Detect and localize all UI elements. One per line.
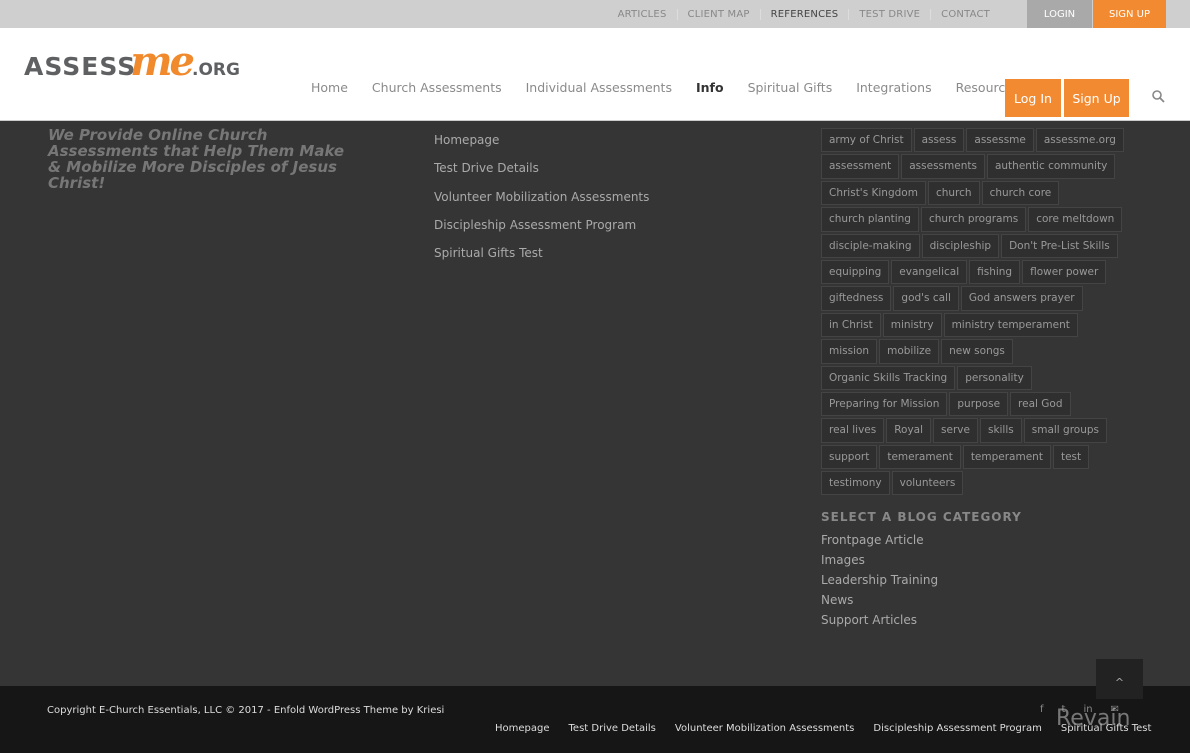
tag-link[interactable]: fishing [969, 259, 1021, 285]
tag-link[interactable]: giftedness [821, 286, 892, 311]
top-links: ARTICLES CLIENT MAP REFERENCES TEST DRIV… [608, 0, 1000, 28]
top-link-articles[interactable]: ARTICLES [608, 9, 677, 20]
tag-link[interactable]: Don't Pre-List Skills [1001, 233, 1118, 258]
scroll-to-top-button[interactable]: ^ [1096, 659, 1143, 699]
top-login-button[interactable]: LOGIN [1027, 0, 1092, 28]
logo-me: me [130, 38, 195, 85]
tag-link[interactable]: Preparing for Mission [821, 391, 948, 417]
tag-link[interactable]: church [927, 180, 980, 206]
tag-link[interactable]: assessment [821, 154, 900, 179]
tag-link[interactable]: temerament [879, 444, 961, 470]
tag-link[interactable]: god's call [893, 286, 959, 311]
tag-link[interactable]: purpose [949, 391, 1009, 417]
tag-link[interactable]: church core [981, 180, 1060, 206]
bottom-bar: Copyright E-Church Essentials, LLC © 201… [0, 686, 1190, 753]
tag-link[interactable]: serve [933, 418, 978, 443]
nav-home[interactable]: Home [311, 80, 348, 95]
top-signup-button[interactable]: SIGN UP [1093, 0, 1166, 28]
category-link[interactable]: News [821, 593, 938, 613]
tag-link[interactable]: assessments [901, 154, 985, 179]
category-link[interactable]: Images [821, 553, 938, 573]
tag-link[interactable]: personality [957, 365, 1032, 390]
tag-link[interactable]: in Christ [821, 312, 881, 338]
footer-link[interactable]: Test Drive Details [434, 161, 649, 189]
footer-links: Homepage Test Drive Details Volunteer Mo… [434, 133, 649, 274]
category-list: Frontpage Article Images Leadership Trai… [821, 533, 938, 633]
logo[interactable]: ASSESS me .ORG [24, 38, 240, 85]
category-link[interactable]: Support Articles [821, 613, 938, 633]
bottom-link[interactable]: Test Drive Details [569, 723, 656, 734]
bottom-link[interactable]: Volunteer Mobilization Assessments [675, 723, 855, 734]
bottom-link[interactable]: Homepage [495, 723, 550, 734]
logo-org: .ORG [191, 60, 240, 80]
tag-link[interactable]: equipping [821, 259, 890, 285]
nav-integrations[interactable]: Integrations [856, 80, 931, 95]
nav-spiritual-gifts[interactable]: Spiritual Gifts [748, 80, 833, 95]
tag-link[interactable]: test [1052, 444, 1090, 470]
copyright: Copyright E-Church Essentials, LLC © 201… [47, 705, 445, 716]
footer-link[interactable]: Spiritual Gifts Test [434, 246, 649, 274]
nav-church-assessments[interactable]: Church Assessments [372, 80, 502, 95]
tag-link[interactable]: ministry [882, 312, 942, 338]
bottom-link[interactable]: Discipleship Assessment Program [873, 723, 1041, 734]
tag-link[interactable]: Christ's Kingdom [821, 180, 926, 206]
tag-link[interactable]: ministry temperament [943, 312, 1078, 338]
tag-cloud: army of Christ assess assessme assessme.org… [821, 128, 1133, 496]
tag-link[interactable]: authentic community [986, 154, 1116, 179]
facebook-icon[interactable]: f [1040, 704, 1044, 715]
tag-link[interactable]: army of Christ [821, 128, 912, 153]
category-heading: SELECT A BLOG CATEGORY [821, 510, 1022, 524]
tagline: We Provide Online Church Assessments tha… [48, 126, 345, 192]
tag-link[interactable]: assessme [966, 128, 1034, 153]
main-nav: Home Church Assessments Individual Asses… [311, 80, 1043, 95]
nav-individual-assessments[interactable]: Individual Assessments [526, 80, 672, 95]
tag-link[interactable]: mobilize [879, 339, 940, 364]
tag-link[interactable]: testimony [821, 471, 890, 496]
tag-link[interactable]: church planting [821, 207, 919, 232]
tag-link[interactable]: small groups [1023, 418, 1108, 443]
category-link[interactable]: Frontpage Article [821, 533, 938, 553]
tag-link[interactable]: core meltdown [1028, 207, 1123, 232]
login-button[interactable]: Log In [1005, 79, 1061, 117]
bottom-links: Homepage Test Drive Details Volunteer Mo… [495, 723, 1151, 734]
search-icon[interactable] [1152, 90, 1165, 107]
tag-link[interactable]: mission [821, 339, 878, 364]
top-link-test-drive[interactable]: TEST DRIVE [848, 8, 930, 20]
tag-link[interactable]: disciple-making [821, 233, 920, 258]
tag-link[interactable]: Royal [886, 418, 932, 443]
category-link[interactable]: Leadership Training [821, 573, 938, 593]
tag-link[interactable]: new songs [941, 339, 1013, 364]
chevron-up-icon: ^ [1114, 676, 1125, 689]
tag-link[interactable]: church programs [920, 207, 1027, 232]
footer-link[interactable]: Volunteer Mobilization Assessments [434, 190, 649, 218]
tag-link[interactable]: real lives [821, 418, 885, 443]
footer-link[interactable]: Discipleship Assessment Program [434, 218, 649, 246]
tag-link[interactable]: Organic Skills Tracking [821, 365, 956, 390]
top-link-contact[interactable]: CONTACT [930, 8, 1000, 20]
top-bar: ARTICLES CLIENT MAP REFERENCES TEST DRIV… [0, 0, 1190, 28]
tag-link[interactable]: discipleship [921, 233, 1000, 258]
tag-link[interactable]: evangelical [891, 259, 968, 285]
tag-link[interactable]: assessme.org [1035, 128, 1124, 153]
revain-watermark: Revain [1056, 706, 1131, 731]
tag-link[interactable]: God answers prayer [960, 286, 1083, 311]
signup-button[interactable]: Sign Up [1064, 79, 1129, 117]
footer-link[interactable]: Homepage [434, 133, 649, 161]
tag-link[interactable]: temperament [962, 444, 1051, 470]
tag-link[interactable]: support [821, 444, 878, 470]
top-link-client-map[interactable]: CLIENT MAP [676, 8, 760, 20]
tag-link[interactable]: flower power [1022, 259, 1107, 285]
tag-link[interactable]: real God [1010, 391, 1071, 417]
logo-assess: ASSESS [24, 52, 137, 81]
nav-info[interactable]: Info [696, 80, 724, 95]
tag-link[interactable]: skills [979, 418, 1022, 443]
top-link-references[interactable]: REFERENCES [759, 8, 849, 20]
tag-link[interactable]: volunteers [891, 471, 964, 496]
tag-link[interactable]: assess [913, 128, 965, 153]
